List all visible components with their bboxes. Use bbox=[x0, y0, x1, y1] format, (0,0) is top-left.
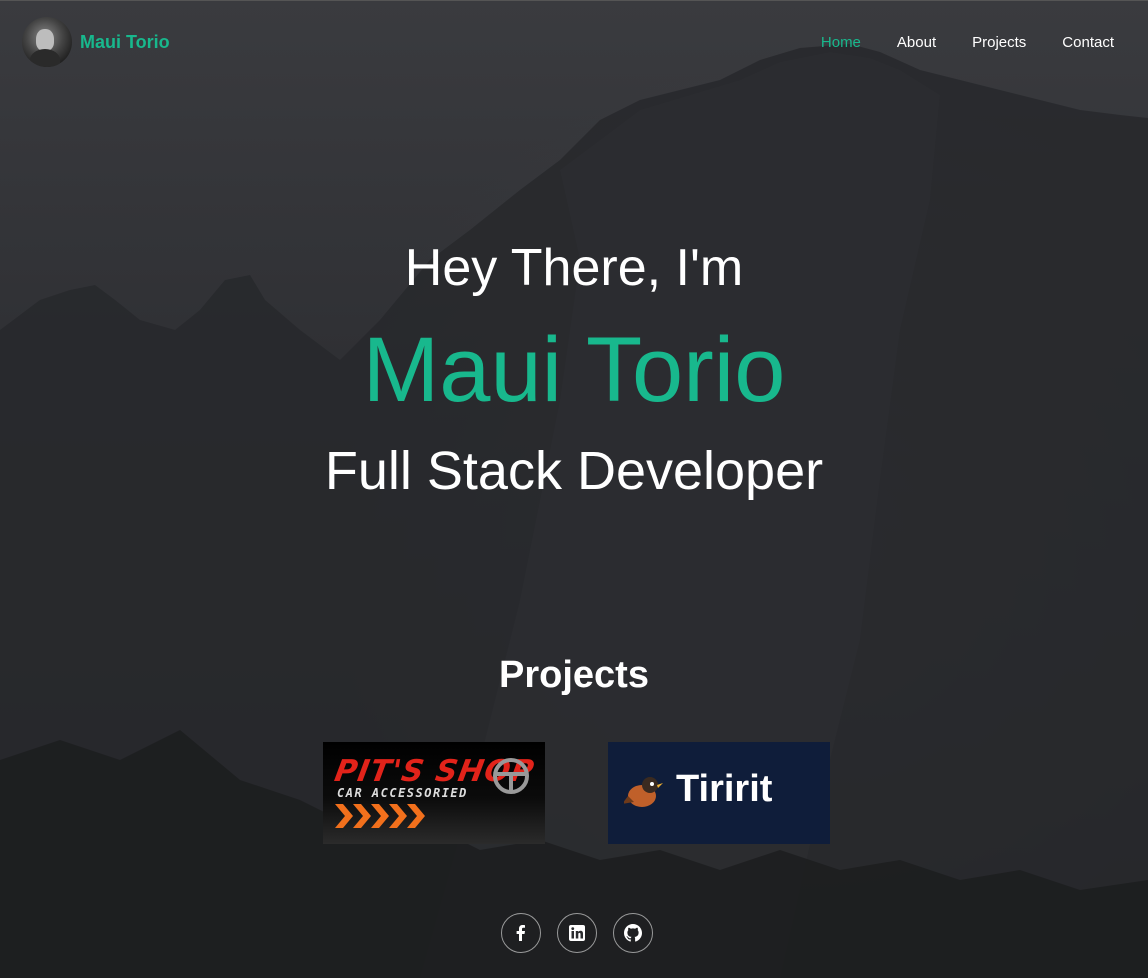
projects-heading: Projects bbox=[499, 654, 649, 696]
project-card-pits-shop[interactable]: PIT'S SHOP CAR ACCESSORIED bbox=[323, 742, 545, 844]
intro-role: Full Stack Developer bbox=[324, 441, 824, 501]
nav-about[interactable]: About bbox=[897, 34, 936, 51]
project-card-tiririt[interactable]: Tiririt bbox=[608, 742, 830, 844]
bird-icon bbox=[624, 777, 663, 807]
github-button[interactable] bbox=[613, 913, 653, 953]
chevron-arrows-icon bbox=[335, 804, 425, 828]
linkedin-icon bbox=[569, 925, 585, 941]
navbar: Maui Torio Home About Projects Contact bbox=[0, 0, 1148, 84]
nav-home[interactable]: Home bbox=[821, 34, 861, 51]
nav-projects[interactable]: Projects bbox=[972, 34, 1026, 51]
tiririt-logo-title: Tiririt bbox=[676, 768, 773, 810]
avatar bbox=[22, 17, 72, 67]
steering-wheel-icon bbox=[493, 758, 529, 794]
social-links bbox=[501, 913, 653, 953]
intro-name: Maui Torio bbox=[362, 319, 786, 421]
facebook-button[interactable] bbox=[501, 913, 541, 953]
nav-links: Home About Projects Contact bbox=[821, 34, 1114, 51]
nav-contact[interactable]: Contact bbox=[1062, 34, 1114, 51]
pits-shop-logo-subtitle: CAR ACCESSORIED bbox=[337, 786, 468, 800]
intro-greeting: Hey There, I'm bbox=[404, 239, 744, 297]
brand-link[interactable]: Maui Torio bbox=[22, 17, 170, 67]
facebook-icon bbox=[516, 925, 525, 941]
linkedin-button[interactable] bbox=[557, 913, 597, 953]
github-icon bbox=[624, 924, 642, 942]
brand-name: Maui Torio bbox=[80, 31, 170, 52]
